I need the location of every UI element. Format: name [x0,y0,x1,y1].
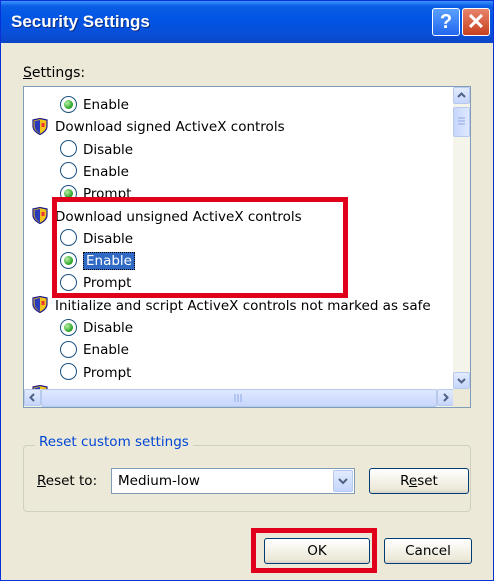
help-button[interactable]: ? [432,8,460,36]
chevron-down-icon [457,378,466,384]
category-header: Download unsigned ActiveX controls [32,206,302,228]
title-bar[interactable]: Security Settings ? ✕ [1,1,493,43]
radio-label: Prompt [83,364,132,381]
category-label: Download signed ActiveX controls [55,119,285,136]
chevron-up-icon [457,92,466,98]
scroll-corner [453,389,470,407]
chevron-down-icon [338,478,348,485]
shield-icon [32,296,48,314]
radio-button-checked[interactable] [60,251,77,269]
category-label: Initialize and script ActiveX controls n… [55,297,431,314]
close-button[interactable]: ✕ [462,8,490,36]
radio-option[interactable]: Prompt [60,183,131,205]
scroll-right-button[interactable] [437,389,454,406]
radio-option[interactable]: Enable [60,250,135,272]
shield-icon [32,117,48,135]
radio-option[interactable]: Enable [60,339,129,361]
reset-group-legend: Reset custom settings [35,434,193,450]
scroll-left-button[interactable] [24,389,41,406]
scroll-up-button[interactable] [453,87,470,104]
close-icon: ✕ [466,9,486,34]
vertical-scroll-thumb[interactable] [453,107,470,137]
horizontal-scroll-thumb[interactable] [41,389,437,407]
reset-level-value: Medium-low [118,473,200,489]
horizontal-scrollbar[interactable] [24,389,454,407]
dropdown-button[interactable] [333,470,353,492]
chevron-right-icon [443,393,449,402]
chevron-left-icon [29,393,35,402]
radio-button-checked[interactable] [60,318,77,336]
vertical-scrollbar[interactable] [453,87,470,389]
help-icon: ? [439,11,453,33]
radio-button-checked[interactable] [60,95,77,113]
reset-level-dropdown[interactable]: Medium-low [111,468,355,494]
security-settings-dialog: Security Settings ? ✕ Settings: Enable Do… [0,0,494,581]
cancel-button[interactable]: Cancel [384,538,472,564]
settings-list[interactable]: Enable Download signed ActiveX controls Di… [23,86,471,408]
settings-list-content: Enable Download signed ActiveX controls Di… [24,87,454,389]
reset-to-label: Reset to: [37,473,98,489]
radio-button[interactable] [60,162,77,180]
radio-button[interactable] [60,363,77,381]
grip-icon [458,117,465,125]
ok-button[interactable]: OK [264,538,370,564]
radio-button[interactable] [60,229,77,247]
category-header: Download signed ActiveX controls [32,116,285,138]
window-title: Security Settings [11,12,150,31]
radio-button-checked[interactable] [60,184,77,202]
settings-label: Settings: [23,65,86,81]
radio-label: Disable [83,230,134,247]
radio-label: Disable [83,141,134,158]
radio-option[interactable]: Disable [60,139,133,161]
radio-label: Enable [83,252,135,271]
radio-label: Prompt [83,186,132,203]
radio-button[interactable] [60,273,77,291]
category-header: Initialize and script ActiveX controls n… [32,295,431,317]
radio-option[interactable]: Prompt [60,362,131,384]
radio-button[interactable] [60,140,77,158]
radio-option[interactable]: Enable [60,161,129,183]
scroll-down-button[interactable] [453,372,470,389]
radio-label: Enable [83,163,129,180]
reset-button[interactable]: Reset [369,468,469,494]
radio-label: Prompt [83,275,132,292]
radio-button[interactable] [60,340,77,358]
shield-icon [32,206,48,225]
radio-label: Disable [83,320,134,336]
radio-label: Enable [83,97,129,113]
radio-option[interactable]: Disable [60,317,133,339]
radio-option[interactable]: Enable [60,94,129,116]
category-label: Download unsigned ActiveX controls [55,208,302,225]
radio-label: Enable [83,342,129,359]
radio-option[interactable]: Prompt [60,272,131,294]
grip-icon [234,394,242,402]
radio-option[interactable]: Disable [60,228,133,250]
